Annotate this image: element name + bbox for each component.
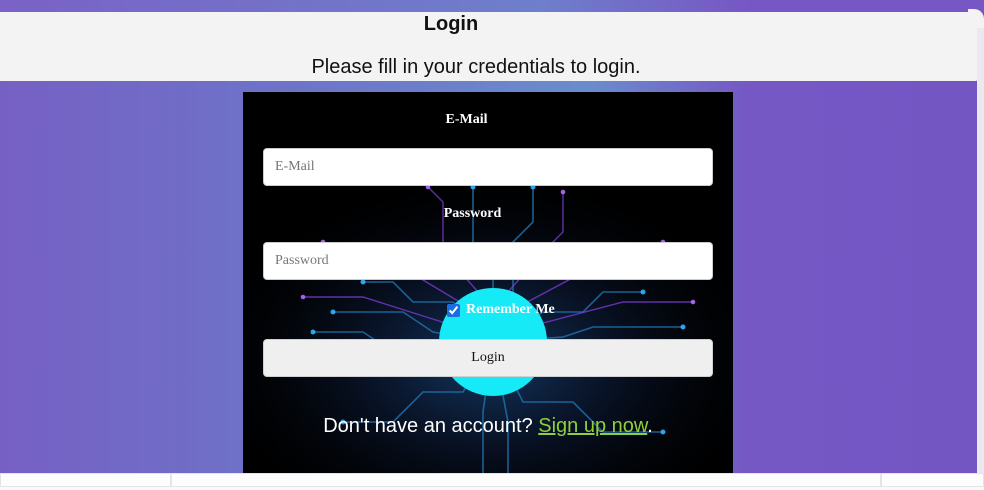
vertical-scrollbar[interactable]	[977, 28, 984, 475]
remember-me-label: Remember Me	[466, 302, 555, 317]
scrollbar-left-segment[interactable]	[0, 473, 171, 487]
page-header: Login Please fill in your credentials to…	[0, 9, 984, 81]
signup-link[interactable]: Sign up now	[538, 415, 647, 437]
page-subtitle: Please fill in your credentials to login…	[311, 56, 641, 78]
page-title: Login	[423, 13, 479, 35]
email-label: E-Mail	[445, 112, 488, 127]
page-top-strip	[0, 0, 984, 12]
scrollbar-thumb[interactable]	[171, 473, 881, 487]
remember-me-option[interactable]: Remember Me	[447, 302, 555, 318]
login-button[interactable]: Login	[263, 339, 713, 377]
signup-prompt-suffix: .	[647, 415, 653, 437]
scrollbar-right-segment[interactable]	[881, 473, 984, 487]
signup-prompt: Don't have an account? Sign up now.	[243, 415, 733, 438]
email-field[interactable]	[263, 148, 713, 186]
password-field[interactable]	[263, 242, 713, 280]
remember-me-checkbox[interactable]	[447, 303, 460, 317]
horizontal-scrollbar[interactable]	[0, 473, 984, 490]
password-label: Password	[443, 206, 502, 221]
login-card: E-Mail Password Remember Me Login Don't …	[243, 92, 733, 473]
signup-prompt-text: Don't have an account?	[323, 415, 539, 437]
